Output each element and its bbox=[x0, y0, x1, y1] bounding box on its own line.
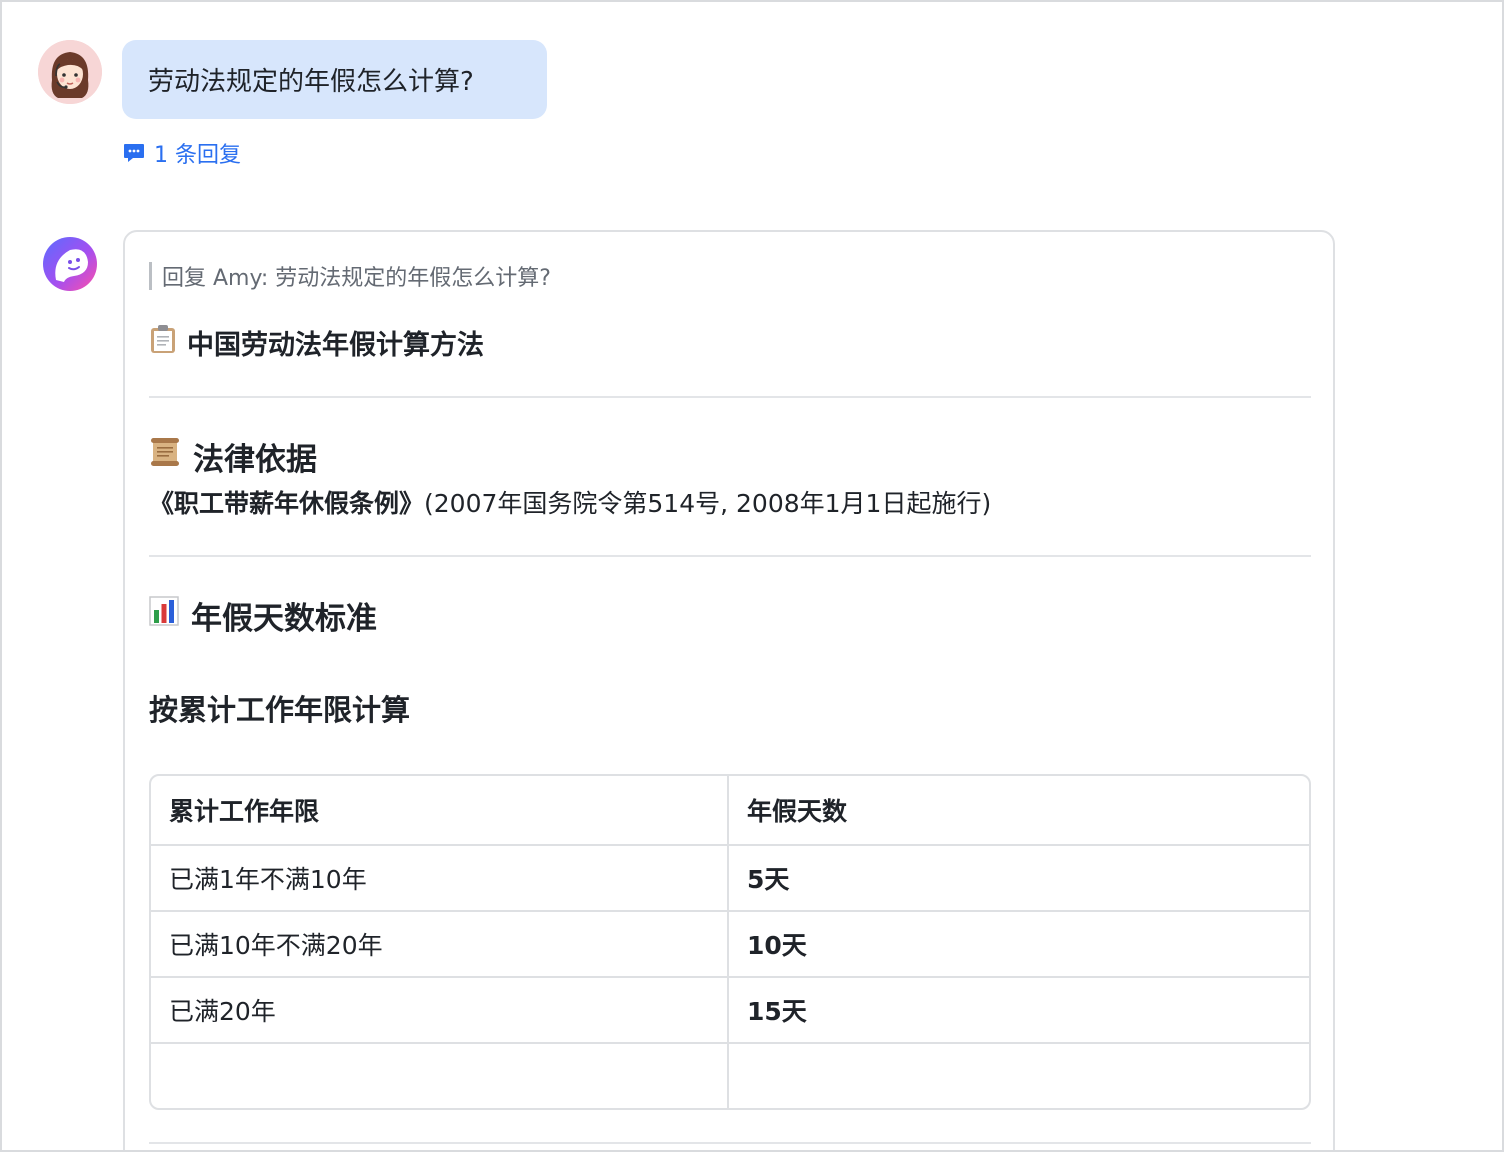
law-heading: 法律依据 bbox=[149, 434, 317, 478]
law-reference: 《职工带薪年休假条例》 (2007年国务院令第514号, 2008年1月1日起施… bbox=[149, 484, 991, 520]
table-cell: 已满10年不满20年 bbox=[151, 912, 729, 976]
question-text: 劳动法规定的年假怎么计算? bbox=[148, 67, 474, 97]
leave-table: 累计工作年限 年假天数 已满1年不满10年 5天 已满10年不满20年 10天 … bbox=[149, 774, 1311, 1110]
scroll-icon bbox=[149, 436, 181, 476]
reply-count-label: 1 条回复 bbox=[154, 143, 241, 168]
table-row bbox=[151, 1044, 1309, 1108]
table-row: 已满1年不满10年 5天 bbox=[151, 846, 1309, 912]
table-cell: 已满20年 bbox=[151, 978, 729, 1042]
chat-window: 劳动法规定的年假怎么计算? 1 条回复 回复 Amy: 劳动法规定的年假怎么计算… bbox=[0, 0, 1504, 1152]
table-cell: 15天 bbox=[747, 997, 807, 1026]
table-row: 已满20年 15天 bbox=[151, 978, 1309, 1044]
divider bbox=[149, 555, 1311, 557]
law-heading-text: 法律依据 bbox=[193, 441, 317, 478]
table-header-cell: 累计工作年限 bbox=[151, 776, 729, 844]
answer-title-text: 中国劳动法年假计算方法 bbox=[187, 329, 484, 361]
days-heading-text: 年假天数标准 bbox=[191, 600, 377, 637]
days-heading: 年假天数标准 bbox=[149, 593, 377, 637]
divider bbox=[149, 1142, 1311, 1144]
clipboard-icon bbox=[149, 324, 177, 361]
table-row: 已满10年不满20年 10天 bbox=[151, 912, 1309, 978]
law-name: 《职工带薪年休假条例》 bbox=[149, 489, 425, 518]
reply-count-link[interactable]: 1 条回复 bbox=[122, 138, 241, 168]
user-avatar-icon[interactable] bbox=[38, 40, 102, 104]
answer-title: 中国劳动法年假计算方法 bbox=[149, 324, 484, 361]
question-bubble: 劳动法规定的年假怎么计算? bbox=[122, 40, 547, 119]
calc-heading: 按累计工作年限计算 bbox=[149, 693, 411, 727]
reply-quote-text: 回复 Amy: 劳动法规定的年假怎么计算? bbox=[162, 266, 551, 291]
table-cell bbox=[729, 1044, 1309, 1108]
table-cell: 10天 bbox=[747, 931, 807, 960]
comment-icon bbox=[122, 141, 146, 165]
answer-card: 回复 Amy: 劳动法规定的年假怎么计算? 中国劳动法年假计算方法 法律依据 《… bbox=[123, 230, 1335, 1150]
table-header-cell: 年假天数 bbox=[747, 797, 848, 826]
divider bbox=[149, 396, 1311, 398]
bar-chart-icon bbox=[149, 596, 179, 634]
table-cell: 已满1年不满10年 bbox=[151, 846, 729, 910]
bot-avatar-icon[interactable] bbox=[42, 236, 98, 292]
law-detail: (2007年国务院令第514号, 2008年1月1日起施行) bbox=[424, 489, 992, 518]
table-cell bbox=[151, 1044, 729, 1108]
table-cell: 5天 bbox=[747, 865, 790, 894]
reply-quote: 回复 Amy: 劳动法规定的年假怎么计算? bbox=[149, 262, 551, 291]
table-header-row: 累计工作年限 年假天数 bbox=[151, 776, 1309, 846]
